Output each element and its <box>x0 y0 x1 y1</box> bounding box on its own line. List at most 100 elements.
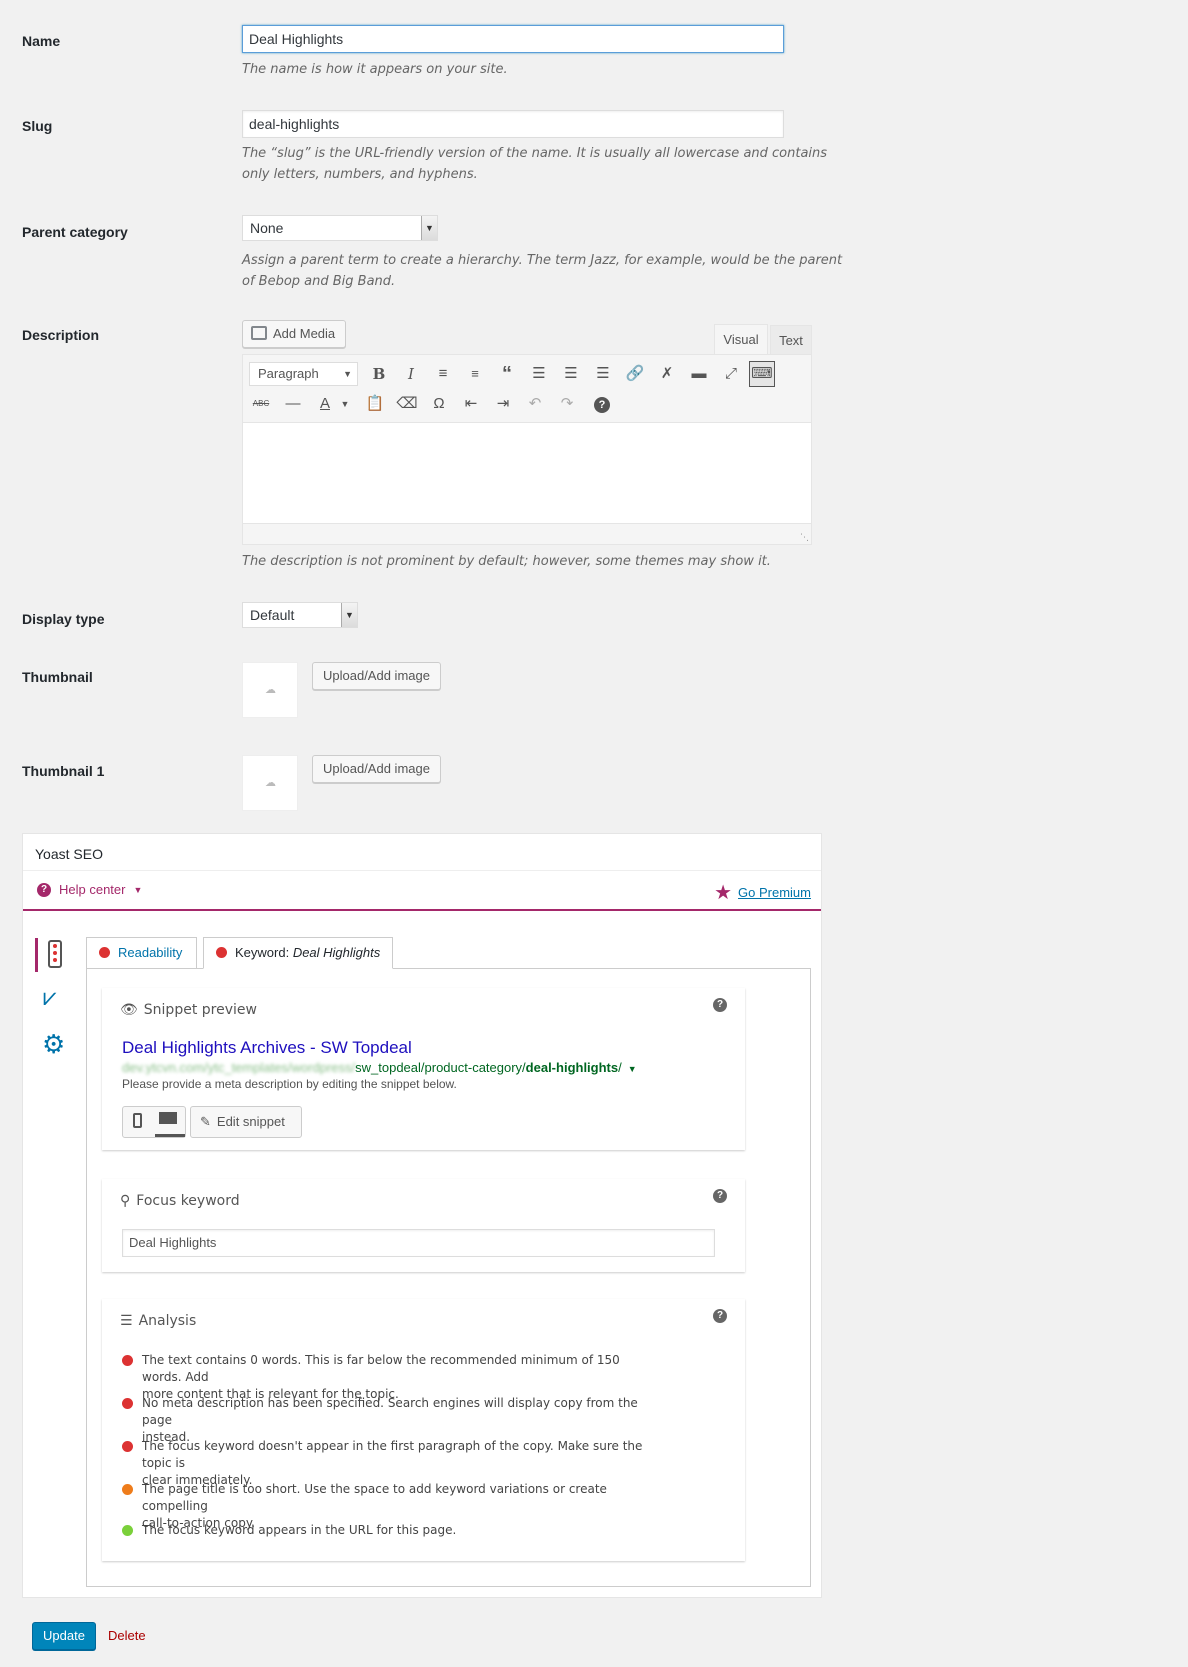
dot-icon <box>53 944 57 948</box>
snippet-preview-heading[interactable]: 👁 Snippet preview <box>120 1002 257 1018</box>
align-right-icon[interactable]: ☰ <box>591 362 615 386</box>
mobile-icon[interactable] <box>133 1113 142 1128</box>
parent-category-value: None <box>250 220 284 236</box>
focus-keyword-title: Focus keyword <box>136 1193 240 1209</box>
delete-link[interactable]: Delete <box>108 1628 146 1643</box>
update-button[interactable]: Update <box>32 1622 96 1650</box>
strikethrough-icon[interactable]: ABC <box>249 392 273 416</box>
parent-category-label: Parent category <box>22 224 128 240</box>
desktop-icon[interactable] <box>159 1112 177 1124</box>
thumbnail1-preview: ☁ <box>242 755 298 811</box>
preview-mode-group <box>122 1106 186 1138</box>
tab-readability-label: Readability <box>118 945 183 960</box>
description-editor[interactable] <box>243 422 811 524</box>
slug-input[interactable]: deal-highlights <box>242 110 784 138</box>
image-placeholder-icon: ☁ <box>265 777 276 789</box>
focus-keyword-heading[interactable]: ⚲ Focus keyword <box>120 1193 240 1209</box>
fullscreen-icon[interactable]: ⤢ <box>719 362 743 386</box>
parent-help-line1: Assign a parent term to create a hierarc… <box>242 253 843 268</box>
tab-keyword-prefix: Keyword: <box>235 945 293 960</box>
align-center-icon[interactable]: ☰ <box>559 362 583 386</box>
align-left-icon[interactable]: ☰ <box>527 362 551 386</box>
italic-icon[interactable]: I <box>399 362 423 386</box>
gear-icon[interactable]: ⚙ <box>42 1031 65 1057</box>
divider <box>23 870 821 871</box>
numbered-list-icon[interactable]: ≡ <box>463 362 487 386</box>
tab-text[interactable]: Text <box>770 325 812 354</box>
snippet-meta: Please provide a meta description by edi… <box>122 1077 457 1091</box>
horizontal-line-icon[interactable]: — <box>281 392 305 416</box>
format-select[interactable]: Paragraph ▼ <box>249 362 358 386</box>
chevron-down-icon: ▼ <box>421 216 437 240</box>
snippet-url-end: / <box>618 1060 622 1075</box>
keyboard-help-icon[interactable]: ? <box>594 397 610 413</box>
thumbnail-preview: ☁ <box>242 662 298 718</box>
snippet-preview-card: 👁 Snippet preview ? Deal Highlights Archi… <box>102 988 745 1150</box>
tab-readability[interactable]: Readability <box>86 937 197 968</box>
share-icon[interactable]: ⩗ <box>43 986 57 1010</box>
tab-keyword[interactable]: Keyword: Deal Highlights <box>203 937 393 969</box>
display-type-select[interactable]: Default ▼ <box>242 602 358 628</box>
snippet-title[interactable]: Deal Highlights Archives - SW Topdeal <box>122 1038 412 1058</box>
clear-formatting-icon[interactable]: ⌫ <box>395 392 419 416</box>
status-dot-icon <box>122 1398 133 1409</box>
paste-text-icon[interactable]: 📋 <box>363 392 387 416</box>
go-premium-link[interactable]: ★ Go Premium <box>714 880 811 905</box>
slug-help-line1: The “slug” is the URL-friendly version o… <box>242 146 828 161</box>
redo-icon[interactable]: ↷ <box>555 392 579 416</box>
display-type-label: Display type <box>22 611 105 627</box>
toolbar-toggle-icon[interactable]: ⌨ <box>749 361 775 387</box>
status-dot-icon <box>122 1355 133 1366</box>
add-media-label: Add Media <box>273 326 336 341</box>
blockquote-icon[interactable]: “ <box>495 362 519 386</box>
outdent-icon[interactable]: ⇤ <box>459 392 483 416</box>
help-icon[interactable]: ? <box>713 1189 727 1203</box>
name-input[interactable]: Deal Highlights <box>242 25 784 53</box>
unlink-icon[interactable]: ✗ <box>655 362 679 386</box>
tab-visual[interactable]: Visual <box>714 324 768 354</box>
editor-frame: Paragraph ▼ B I ≡ ≡ “ ☰ ☰ ☰ 🔗 ✗ ▬ ⤢ ⌨ AB… <box>242 354 812 545</box>
parent-category-select[interactable]: None ▼ <box>242 215 438 241</box>
active-indicator <box>155 1134 185 1137</box>
help-center-label: Help center <box>59 882 126 897</box>
analysis-heading[interactable]: ☰ Analysis <box>120 1313 196 1329</box>
help-icon[interactable]: ? <box>713 1309 727 1323</box>
slug-label: Slug <box>22 118 53 134</box>
content-optimization-tab[interactable] <box>35 938 67 972</box>
thumbnail-label: Thumbnail <box>22 669 93 685</box>
chevron-down-icon: ▼ <box>133 884 143 895</box>
parent-help-line2: of Bebop and Big Band. <box>242 274 396 289</box>
star-icon: ★ <box>714 882 733 904</box>
edit-snippet-label: Edit snippet <box>216 1114 285 1129</box>
status-dot-icon <box>122 1484 133 1495</box>
bold-icon[interactable]: B <box>367 362 391 386</box>
link-icon[interactable]: 🔗 <box>623 362 647 386</box>
name-help: The name is how it appears on your site. <box>242 62 508 77</box>
edit-snippet-button[interactable]: ✎ Edit snippet <box>190 1106 302 1138</box>
focus-keyword-input[interactable]: Deal Highlights <box>122 1229 715 1257</box>
bullet-list-icon[interactable]: ≡ <box>431 362 455 386</box>
special-character-icon[interactable]: Ω <box>427 392 451 416</box>
analysis-title: Analysis <box>138 1313 197 1329</box>
read-more-icon[interactable]: ▬ <box>687 362 711 386</box>
format-select-value: Paragraph <box>258 366 319 381</box>
thumbnail-upload-button[interactable]: Upload/Add image <box>312 662 441 690</box>
chevron-down-icon: ▼ <box>627 1064 637 1074</box>
pencil-icon: ✎ <box>200 1114 211 1129</box>
thumbnail1-upload-button[interactable]: Upload/Add image <box>312 755 441 783</box>
dot-icon <box>53 958 57 962</box>
snippet-url[interactable]: dev.ytcvn.com/ytc_templates/wordpress/sw… <box>122 1060 637 1075</box>
indent-icon[interactable]: ⇥ <box>491 392 515 416</box>
resize-handle-icon[interactable]: ⋱ <box>800 532 809 543</box>
add-media-button[interactable]: Add Media <box>242 320 347 348</box>
description-help: The description is not prominent by defa… <box>242 554 771 569</box>
help-center-toggle[interactable]: ? Help center ▼ <box>37 882 142 897</box>
undo-icon[interactable]: ↶ <box>523 392 547 416</box>
status-dot-icon <box>122 1441 133 1452</box>
chevron-down-icon: ▼ <box>341 603 357 627</box>
chevron-down-icon[interactable]: ▼ <box>333 392 357 416</box>
thumbnail1-label: Thumbnail 1 <box>22 763 105 779</box>
image-placeholder-icon: ☁ <box>265 684 276 696</box>
question-icon: ? <box>37 882 51 897</box>
help-icon[interactable]: ? <box>713 998 727 1012</box>
